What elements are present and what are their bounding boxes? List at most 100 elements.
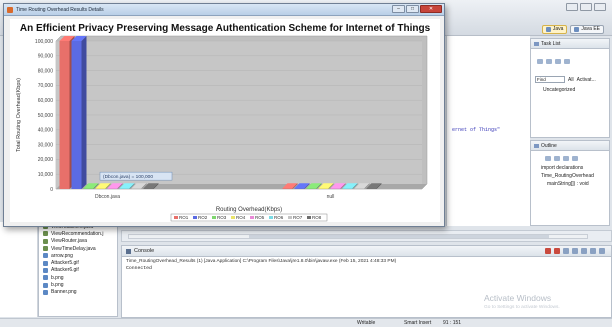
console-output[interactable]: Connected — [122, 266, 611, 271]
bar-side — [81, 36, 87, 189]
y-axis-label: Total Routing Overhead(Kbps) — [16, 78, 22, 152]
chart-title: An Efficient Privacy Preserving Message … — [20, 23, 431, 34]
bar — [107, 188, 118, 189]
task-list-icon — [534, 42, 539, 46]
hide-static-icon[interactable] — [563, 156, 569, 161]
console-toolbar — [545, 248, 605, 254]
bar — [366, 188, 377, 189]
legend-label: RO7 — [293, 215, 303, 220]
task-list-toolbar — [531, 57, 609, 66]
package-file-item[interactable]: Attacker5.gif — [39, 259, 117, 266]
bar — [59, 41, 70, 189]
maximize-button[interactable] — [580, 3, 592, 11]
close-button[interactable] — [594, 3, 606, 11]
filter-icon[interactable] — [546, 59, 552, 64]
display-console-icon[interactable] — [590, 248, 596, 254]
outline-item-class[interactable]: Time_RoutingOverhead — [531, 173, 609, 181]
bar — [119, 188, 130, 189]
image-file-icon — [43, 260, 48, 266]
bar — [143, 188, 154, 189]
y-tick-label: 80,000 — [38, 68, 54, 74]
hide-nonpublic-icon[interactable] — [572, 156, 578, 161]
package-file-name: ViewRecommendation.j — [51, 230, 104, 237]
status-writable: Writable — [357, 320, 376, 326]
chart-window-titlebar[interactable]: Time Routing Overhead Results Details – … — [4, 4, 444, 16]
java-ee-perspective-icon — [574, 27, 580, 32]
open-console-icon[interactable] — [599, 248, 605, 254]
bar — [306, 188, 317, 189]
tab-task-list[interactable]: Task List — [531, 39, 609, 49]
y-tick-label: 0 — [50, 187, 53, 193]
x-axis-label: Routing Overhead(Kbps) — [216, 207, 282, 213]
package-file-item[interactable]: b.png — [39, 274, 117, 281]
task-find-input[interactable]: Find — [535, 76, 565, 83]
status-bar: Writable Smart Insert 91 : 151 — [0, 318, 612, 327]
package-file-item[interactable]: ViewRouter.java — [39, 238, 117, 245]
package-file-name: b.png — [51, 282, 64, 289]
activate-windows-title: Activate Windows — [484, 293, 552, 303]
chart-minimize-button[interactable]: – — [392, 5, 405, 13]
legend-swatch — [269, 216, 273, 219]
scroll-lock-icon[interactable] — [572, 248, 578, 254]
status-cursor-position: 91 : 151 — [443, 320, 462, 326]
legend-swatch — [212, 216, 216, 219]
package-file-name: Attacker5.gif — [51, 260, 79, 267]
perspective-java[interactable]: Java — [541, 25, 568, 34]
bar — [83, 188, 94, 189]
java-app-icon — [7, 6, 13, 13]
tab-console[interactable]: Console — [122, 246, 611, 257]
sync-icon[interactable] — [564, 59, 570, 64]
legend-swatch — [231, 216, 235, 219]
y-tick-label: 10,000 — [38, 172, 54, 178]
package-file-item[interactable]: ViewTimeDelay.java — [39, 245, 117, 252]
legend-label: RO8 — [312, 215, 322, 220]
tab-outline[interactable]: Outline — [531, 141, 609, 151]
perspective-bar: Java Java EE — [541, 25, 604, 34]
package-file-item[interactable]: ViewRecommendation.j — [39, 230, 117, 237]
task-filter-all[interactable]: All — [568, 77, 574, 83]
package-file-name: Banner.png — [51, 289, 77, 296]
package-file-item[interactable]: b.png — [39, 281, 117, 288]
legend-label: RO3 — [217, 215, 227, 220]
package-file-item[interactable]: Attacker6.gif — [39, 267, 117, 274]
perspective-java-ee[interactable]: Java EE — [570, 25, 604, 34]
collapse-icon[interactable] — [555, 59, 561, 64]
image-file-icon — [43, 282, 48, 288]
bar — [342, 188, 353, 189]
hide-fields-icon[interactable] — [554, 156, 560, 161]
pin-console-icon[interactable] — [581, 248, 587, 254]
legend-swatch — [193, 216, 197, 219]
legend-swatch — [174, 216, 178, 219]
package-file-name: ViewRouter.java — [51, 238, 88, 245]
clear-console-icon[interactable] — [563, 248, 569, 254]
chart-close-button[interactable]: ✕ — [420, 5, 442, 13]
package-explorer: ViewAttackers.javaViewRecommendation.jVi… — [38, 222, 118, 317]
sort-icon[interactable] — [545, 156, 551, 161]
image-file-icon — [43, 289, 48, 295]
package-file-item[interactable]: Banner.png — [39, 289, 117, 296]
minimize-button[interactable] — [566, 3, 578, 11]
bar — [354, 188, 365, 189]
task-activate[interactable]: Activat... — [577, 77, 596, 83]
new-task-icon[interactable] — [537, 59, 543, 64]
console-icon — [126, 249, 131, 254]
remove-launch-icon[interactable] — [554, 248, 560, 254]
outline-item-main[interactable]: mainString[]) : void — [531, 181, 609, 189]
console-launch-info: Time_RoutingOverhead_Results (1) [Java A… — [126, 259, 397, 264]
terminate-icon[interactable] — [545, 248, 551, 254]
task-category-uncategorized[interactable]: Uncategorized — [531, 85, 609, 95]
outline-item-imports[interactable]: import declarations — [531, 163, 609, 173]
horizontal-scrollbar[interactable] — [128, 234, 588, 239]
bar — [282, 188, 293, 189]
status-insert-mode: Smart Insert — [404, 320, 432, 326]
task-find-bar: Find All Activat... — [531, 74, 609, 85]
scrollbar-thumb[interactable] — [249, 235, 549, 238]
chart-window[interactable]: Time Routing Overhead Results Details – … — [3, 3, 445, 227]
legend-swatch — [288, 216, 292, 219]
legend-label: RO5 — [255, 215, 265, 220]
y-tick-label: 20,000 — [38, 157, 54, 163]
package-file-item[interactable]: arrow.png — [39, 252, 117, 259]
legend-swatch — [307, 216, 311, 219]
task-list-panel: Task List Find All Activat... Uncategori… — [530, 38, 610, 138]
chart-maximize-button[interactable]: □ — [406, 5, 419, 13]
